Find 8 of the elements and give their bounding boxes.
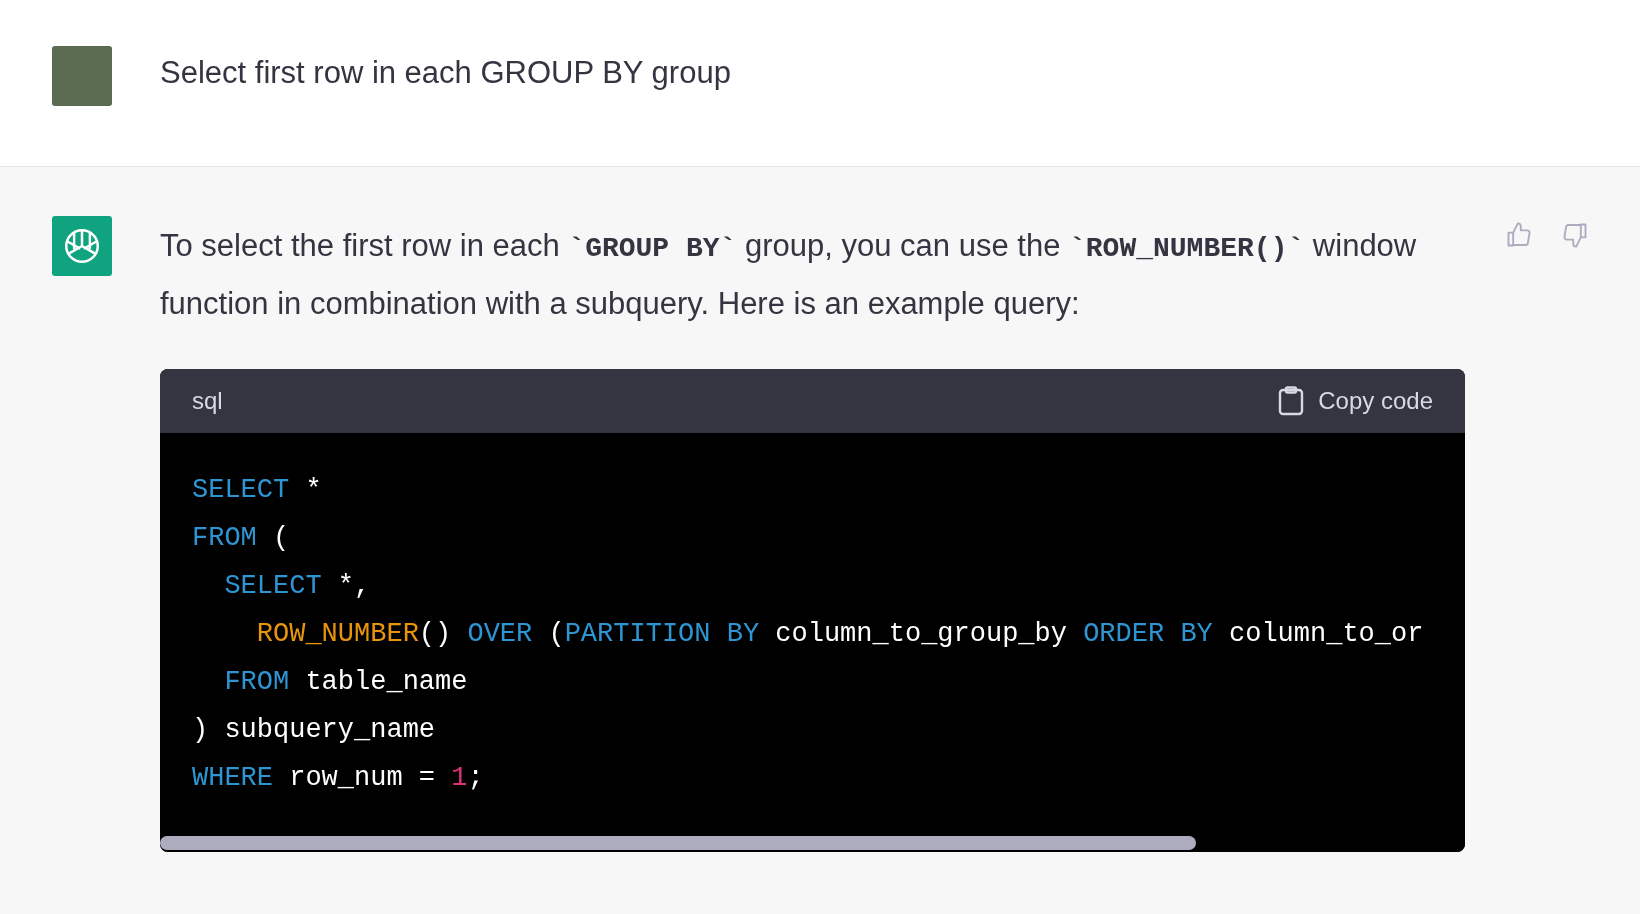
- copy-code-button[interactable]: Copy code: [1278, 383, 1433, 419]
- assistant-message: To select the first row in each `GROUP BY` group, you can use the `ROW_NUMBER()` window function in combination with a subquery. Here is an example query:: [160, 227, 1418, 323]
- user-message: Select first row in each GROUP BY group: [160, 54, 731, 92]
- code-content: SELECT * FROM ( SELECT *, ROW_NUMBER() OVER (PARTITION BY column_to_group_by ORDER BY column_to_or FROM table_name ) subquery_name WHERE row_num = 1;: [191, 474, 1425, 795]
- code-language: sql: [192, 386, 223, 416]
- user-avatar-photo-placeholder: [52, 46, 112, 106]
- clipboard-icon: [1278, 386, 1305, 416]
- scrollbar-thumb[interactable]: [160, 836, 1196, 850]
